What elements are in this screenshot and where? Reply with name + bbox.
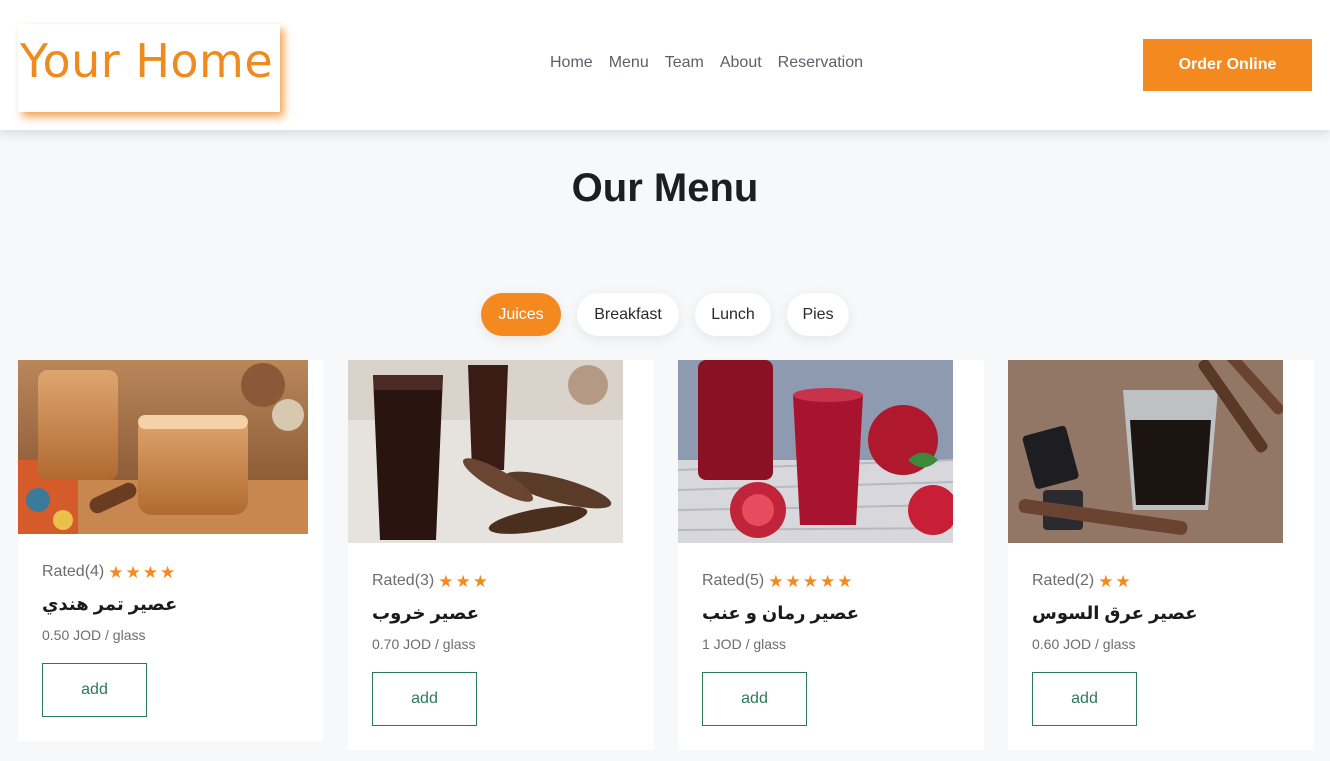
star-icon: ★ bbox=[160, 562, 176, 582]
rating: Rated(3) ★ ★ ★ bbox=[372, 571, 488, 591]
rating: Rated(4) ★ ★ ★ ★ bbox=[42, 562, 177, 582]
nav-link-home[interactable]: Home bbox=[550, 54, 593, 72]
rating: Rated(2) ★ ★ bbox=[1032, 571, 1198, 591]
nav-link-reservation[interactable]: Reservation bbox=[778, 54, 863, 72]
star-icon: ★ bbox=[820, 571, 836, 591]
star-icon: ★ bbox=[438, 571, 454, 591]
card-info: Rated(4) ★ ★ ★ ★ عصير تمر هندي 0.50 JOD / g… bbox=[42, 562, 177, 643]
section-title: Our Menu bbox=[571, 166, 759, 210]
star-icon: ★ bbox=[1115, 571, 1131, 591]
juice-image bbox=[678, 360, 953, 543]
menu-card: Rated(3) ★ ★ ★ عصير خروب 0.70 JOD / glass … bbox=[348, 360, 654, 750]
menu-card: Rated(4) ★ ★ ★ ★ عصير تمر هندي 0.50 JOD / g… bbox=[18, 360, 323, 741]
star-icon: ★ bbox=[1098, 571, 1114, 591]
add-button[interactable]: add bbox=[1032, 672, 1137, 726]
juice-image bbox=[18, 360, 308, 534]
card-info: Rated(5) ★ ★ ★ ★ ★ عصير رمان و عنب 1 JOD / g… bbox=[702, 571, 859, 652]
rating-label: Rated(3) bbox=[372, 572, 435, 589]
juice-image bbox=[348, 360, 623, 543]
navbar: Your Home Home Menu Team About Reservati… bbox=[0, 0, 1330, 130]
logo[interactable]: Your Home bbox=[18, 24, 280, 112]
rating: Rated(5) ★ ★ ★ ★ ★ bbox=[702, 571, 859, 591]
add-button[interactable]: add bbox=[702, 672, 807, 726]
star-icon: ★ bbox=[125, 562, 141, 582]
star-icon: ★ bbox=[802, 571, 818, 591]
star-icon: ★ bbox=[108, 562, 124, 582]
star-icon: ★ bbox=[472, 571, 488, 591]
add-button[interactable]: add bbox=[42, 663, 147, 717]
star-icon: ★ bbox=[142, 562, 158, 582]
item-name: عصير عرق السوس bbox=[1032, 603, 1198, 623]
rating-label: Rated(4) bbox=[42, 563, 105, 580]
item-name: عصير تمر هندي bbox=[42, 594, 178, 614]
item-price: 0.60 JOD / glass bbox=[1032, 636, 1136, 652]
item-name: عصير خروب bbox=[372, 603, 480, 623]
item-price: 0.50 JOD / glass bbox=[42, 627, 146, 643]
add-button[interactable]: add bbox=[372, 672, 477, 726]
rating-label: Rated(5) bbox=[702, 572, 765, 589]
tab-breakfast[interactable]: Breakfast bbox=[577, 293, 679, 336]
star-icon: ★ bbox=[837, 571, 853, 591]
menu-card: Rated(5) ★ ★ ★ ★ ★ عصير رمان و عنب 1 JOD / g… bbox=[678, 360, 984, 750]
rating-label: Rated(2) bbox=[1032, 572, 1095, 589]
tab-juices[interactable]: Juices bbox=[481, 293, 561, 336]
card-info: Rated(3) ★ ★ ★ عصير خروب 0.70 JOD / glass bbox=[372, 571, 488, 652]
item-price: 1 JOD / glass bbox=[702, 636, 787, 652]
star-icon: ★ bbox=[785, 571, 801, 591]
juice-image bbox=[1008, 360, 1283, 543]
card-info: Rated(2) ★ ★ عصير عرق السوس 0.60 JOD / gl… bbox=[1032, 571, 1198, 652]
item-name: عصير رمان و عنب bbox=[702, 603, 860, 623]
nav-link-menu[interactable]: Menu bbox=[609, 54, 649, 72]
star-icon: ★ bbox=[455, 571, 471, 591]
nav-link-about[interactable]: About bbox=[720, 54, 762, 72]
star-icon: ★ bbox=[768, 571, 784, 591]
nav-link-team[interactable]: Team bbox=[665, 54, 704, 72]
item-price: 0.70 JOD / glass bbox=[372, 636, 476, 652]
logo-text: Your Home bbox=[20, 34, 274, 88]
menu-card: Rated(2) ★ ★ عصير عرق السوس 0.60 JOD / gl… bbox=[1008, 360, 1314, 750]
nav-menu: Home Menu Team About Reservation bbox=[550, 54, 863, 72]
order-online-button[interactable]: Order Online bbox=[1143, 39, 1312, 91]
tab-pies[interactable]: Pies bbox=[787, 293, 849, 336]
tab-lunch[interactable]: Lunch bbox=[695, 293, 771, 336]
